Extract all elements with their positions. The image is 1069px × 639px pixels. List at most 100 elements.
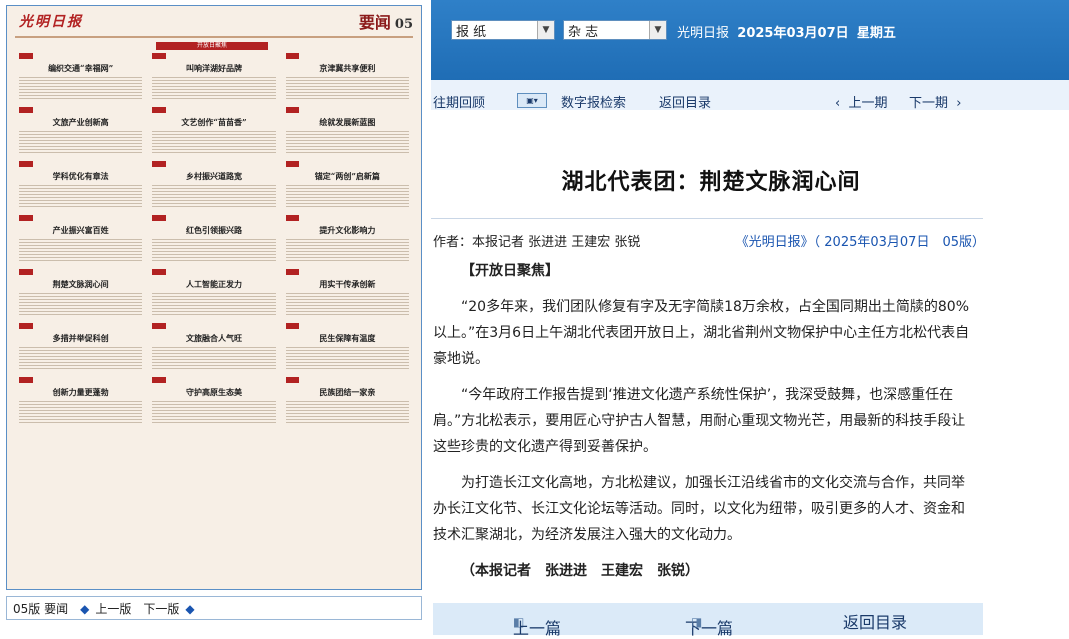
paragraph: 为打造长江文化高地，方北松建议，加强长江沿线省市的文化交流与合作，共同举办长江文… — [433, 475, 965, 543]
newspaper-article-cell[interactable]: 荆楚文脉润心间 — [19, 258, 143, 317]
article-body: 【开放日聚焦】 “20多年来，我们团队修复有字及无字简牍18万余枚，占全国同期出… — [433, 258, 973, 594]
article-byline: 作者：本报记者 张进进 王建宏 张锐 — [433, 235, 641, 250]
newspaper-article-cell[interactable]: 京津冀共享便利 — [285, 42, 409, 101]
newspaper-article-cell[interactable]: 创新力量更蓬勃 — [19, 366, 143, 425]
newspaper-cell-title: 锚定“两创”启新篇 — [314, 171, 380, 181]
calendar-dropdown-button[interactable]: ▣▾ — [517, 93, 547, 108]
newspaper-article-cell[interactable]: 叫响洋湖好品牌 — [152, 42, 276, 101]
title-divider — [431, 218, 983, 219]
bottom-nav: ◧ 上一篇 下一篇 ◨ 返回目录 — [433, 603, 983, 638]
prev-page-link[interactable]: ◆ 上一版 — [74, 600, 131, 617]
region-tag — [152, 161, 166, 167]
region-tag — [285, 377, 300, 383]
newspaper-article-cell[interactable]: 民族团结一家亲 — [285, 366, 409, 425]
article-title: 湖北代表团：荆楚文脉润心间 — [561, 170, 861, 195]
newspaper-article-cell[interactable]: 文旅融合人气旺 — [152, 312, 276, 371]
newspaper-article-cell[interactable]: 提升文化影响力 — [285, 204, 409, 263]
region-tag — [152, 53, 166, 59]
next-page-link[interactable]: 下一版 ◆ — [137, 600, 194, 617]
newspaper-article-cell[interactable]: 人工智能正发力 — [152, 258, 276, 317]
newspaper-cell-title: 学科优化有章法 — [52, 171, 109, 181]
region-tag — [19, 215, 33, 221]
page-label: 05版 要闻 — [13, 601, 69, 616]
text-lines — [285, 401, 409, 425]
region-tag — [285, 269, 300, 275]
region-tag — [285, 107, 300, 113]
prev-issue-link[interactable]: ‹ 上一期 — [835, 92, 887, 111]
article-source-link[interactable]: 《光明日报》（ 2025年03月07日 05版） — [736, 231, 985, 250]
header-rule — [15, 36, 413, 38]
newspaper-article-cell[interactable]: 绘就发展新蓝图 — [285, 96, 409, 155]
nav-strip: 往期回顾 ▣▾ 数字报检索 返回目录 ‹ 上一期 下一期 › — [431, 80, 1069, 111]
newspaper-article-cell[interactable]: 文旅产业创新高 — [19, 96, 143, 155]
region-tag — [285, 53, 300, 59]
region-tag — [19, 377, 33, 383]
newspaper-cell-title: 人工智能正发力 — [185, 279, 242, 289]
newspaper-article-grid: 编织交通“幸福网” 叫响洋湖好品牌 京津冀共享便利 文旅产业创新高 文艺创作“苗… — [19, 42, 409, 425]
calendar-icon: ▣▾ — [526, 96, 538, 105]
newspaper-cell-title: 荆楚文脉润心间 — [52, 279, 109, 289]
region-tag — [19, 53, 33, 59]
newspaper-article-cell[interactable]: 多措并举促科创 — [19, 312, 143, 371]
newspaper-cell-title: 乡村振兴道路宽 — [185, 171, 242, 181]
region-tag — [19, 269, 33, 275]
newspaper-section-title: 要闻 05 — [358, 13, 413, 32]
newspaper-article-cell[interactable]: 编织交通“幸福网” — [19, 42, 143, 101]
newspaper-cell-title: 文艺创作“苗苗香” — [181, 117, 247, 127]
newspaper-cell-title: 红色引领振兴路 — [185, 225, 242, 235]
paragraph: “20多年来，我们团队修复有字及无字简牍18万余枚，占全国同期出土简牍的80%以… — [433, 299, 970, 367]
newspaper-article-cell[interactable]: 民生保障有温度 — [285, 312, 409, 371]
page-pager: 05版 要闻 ◆ 上一版 下一版 ◆ — [6, 596, 422, 620]
chevron-down-icon: ▼ — [649, 21, 666, 39]
search-link[interactable]: 数字报检索 — [561, 92, 626, 111]
newspaper-cell-title: 提升文化影响力 — [319, 225, 376, 235]
article-signature: （本报记者 张进进 王建宏 张锐） — [461, 563, 699, 579]
newspaper-article-cell[interactable]: 用实干传承创新 — [285, 258, 409, 317]
chevron-left-icon: ‹ — [835, 96, 841, 111]
next-issue-link[interactable]: 下一期 › — [909, 92, 961, 111]
newspaper-article-cell[interactable]: 乡村振兴道路宽 — [152, 150, 276, 209]
newspaper-cell-title: 用实干传承创新 — [319, 279, 376, 289]
text-lines — [19, 401, 143, 425]
back-to-contents-bottom-link[interactable]: 返回目录 — [843, 609, 907, 633]
newspaper-cell-title: 民族团结一家亲 — [319, 387, 376, 397]
region-tag — [152, 107, 166, 113]
region-tag — [285, 215, 300, 221]
newspaper-cell-title: 京津冀共享便利 — [319, 63, 376, 73]
newspaper-page-image[interactable]: 光明日报 要闻 05 开放日聚焦 编织交通“幸福网” 叫响洋湖好品牌 京津冀共享便… — [6, 5, 422, 590]
region-tag — [152, 215, 166, 221]
back-to-contents-link[interactable]: 返回目录 — [659, 92, 711, 111]
newspaper-article-cell[interactable]: 产业振兴富百姓 — [19, 204, 143, 263]
next-page-icon: ◆ — [185, 601, 195, 616]
prev-page-icon: ◆ — [80, 601, 90, 616]
newspaper-article-cell[interactable]: 文艺创作“苗苗香” — [152, 96, 276, 155]
next-article-icon: ◨ — [691, 615, 703, 629]
region-tag — [152, 323, 166, 329]
history-link[interactable]: 往期回顾 — [433, 92, 485, 111]
magazine-select[interactable]: 杂 志 ▼ — [563, 20, 667, 40]
region-tag — [19, 323, 33, 329]
newspaper-cell-title: 守护高原生态美 — [185, 387, 242, 397]
section-label: 【开放日聚焦】 — [461, 263, 559, 279]
region-tag — [285, 161, 300, 167]
newspaper-article-cell[interactable]: 学科优化有章法 — [19, 150, 143, 209]
newspaper-header: 光明日报 要闻 05 — [7, 6, 421, 36]
region-tag — [152, 269, 166, 275]
newspaper-article-cell[interactable]: 锚定“两创”启新篇 — [285, 150, 409, 209]
text-lines — [152, 401, 276, 425]
newspaper-logo: 光明日报 — [19, 14, 83, 30]
issue-date: 光明日报 2025年03月07日 星期五 — [677, 26, 896, 41]
newspaper-article-cell[interactable]: 红色引领振兴路 — [152, 204, 276, 263]
newspaper-cell-title: 绘就发展新蓝图 — [319, 117, 376, 127]
chevron-down-icon: ▼ — [537, 21, 554, 39]
paper-select[interactable]: 报 纸 ▼ — [451, 20, 555, 40]
chevron-right-icon: › — [956, 96, 962, 111]
newspaper-cell-title: 多措并举促科创 — [52, 333, 109, 343]
newspaper-cell-title: 文旅产业创新高 — [52, 117, 109, 127]
newspaper-cell-title: 文旅融合人气旺 — [185, 333, 242, 343]
newspaper-article-cell[interactable]: 守护高原生态美 — [152, 366, 276, 425]
region-tag — [152, 377, 166, 383]
region-tag — [19, 107, 33, 113]
newspaper-cell-title: 创新力量更蓬勃 — [52, 387, 109, 397]
region-tag — [285, 323, 300, 329]
